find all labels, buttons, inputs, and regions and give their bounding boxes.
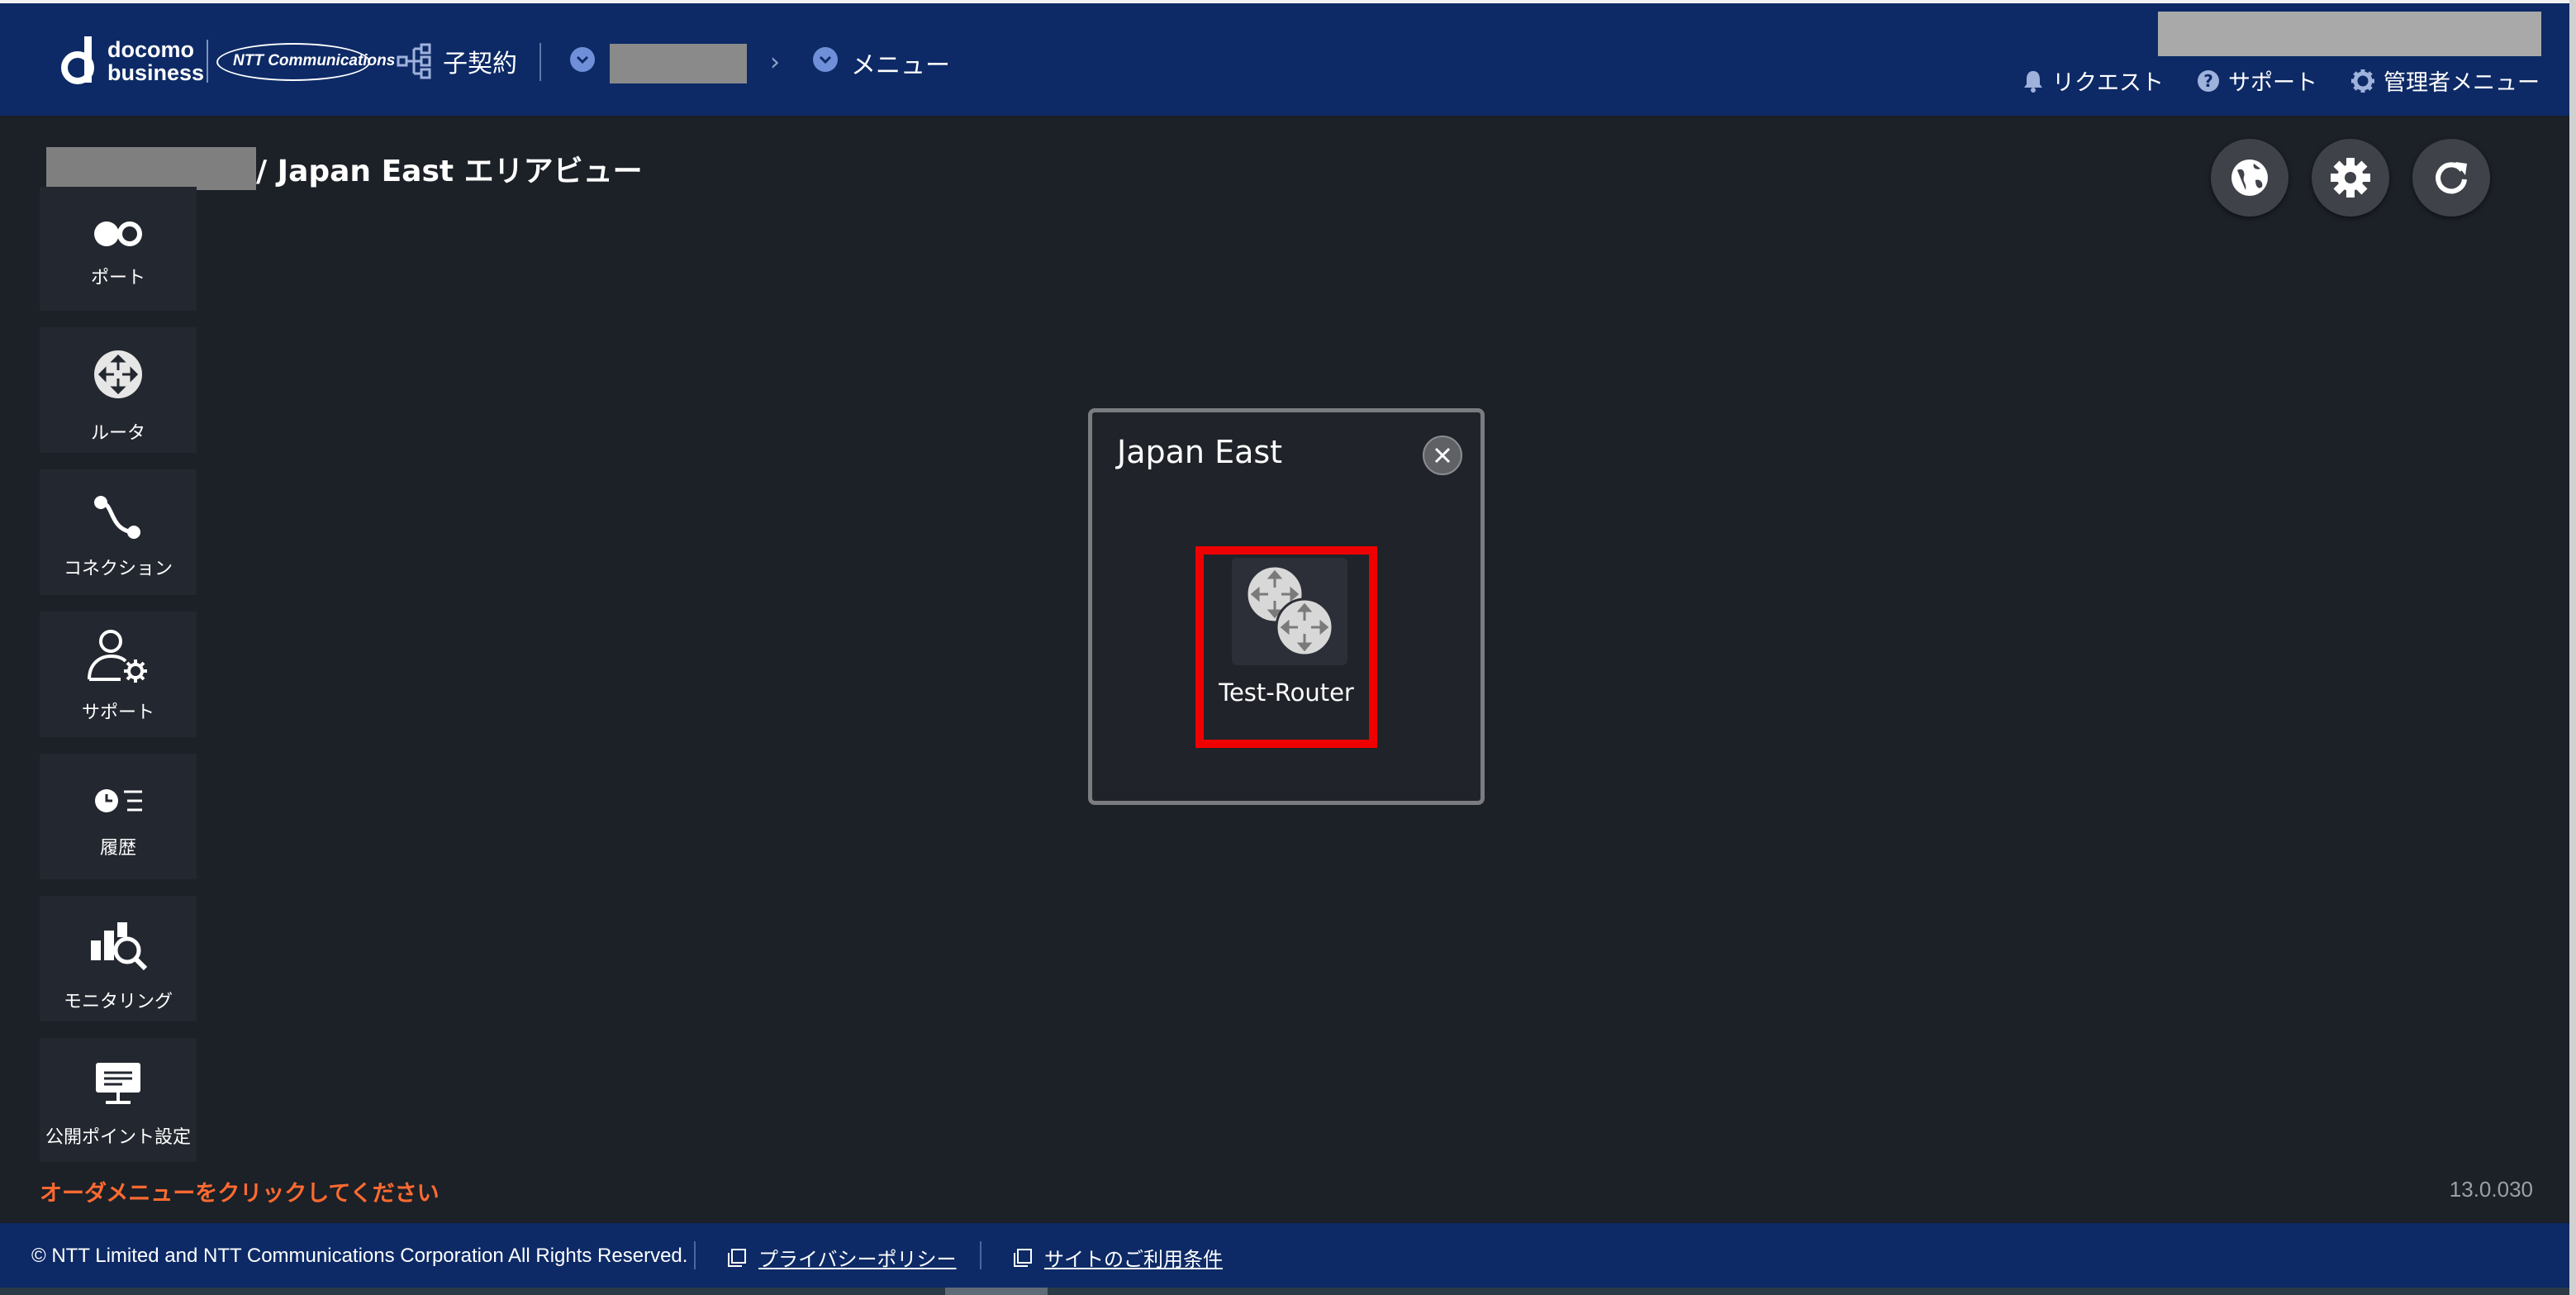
org-tree-icon xyxy=(397,43,431,79)
breadcrumb-chevron-icon[interactable] xyxy=(813,47,838,72)
help-question-icon: ? xyxy=(2198,69,2219,92)
footer-divider xyxy=(694,1241,696,1269)
admin-menu-link[interactable]: 管理者メニュー xyxy=(2350,64,2540,97)
ntt-communications-logo: NTT Communications xyxy=(216,43,395,81)
footer: © NTT Limited and NTT Communications Cor… xyxy=(0,1223,2576,1288)
router-label: Test-Router xyxy=(1219,678,1354,707)
settings-button[interactable] xyxy=(2312,139,2389,217)
monitoring-icon xyxy=(91,922,148,971)
history-icon xyxy=(95,789,142,812)
top-border xyxy=(0,0,2576,3)
child-contract-nav[interactable]: 子契約 xyxy=(397,41,517,81)
globe-icon xyxy=(2231,159,2268,196)
sidebar-item-monitoring[interactable]: モニタリング xyxy=(40,896,197,1021)
logo-divider xyxy=(207,40,208,83)
refresh-button[interactable] xyxy=(2412,139,2490,217)
monitor-icon xyxy=(96,1063,140,1104)
user-gear-icon xyxy=(88,630,147,683)
page-title: / Japan East エリアビュー xyxy=(46,145,643,192)
close-icon xyxy=(1434,447,1451,464)
header-links: リクエスト ? サポート 管理者メニュー xyxy=(2022,64,2540,97)
version-label: 13.0.030 xyxy=(2449,1177,2533,1202)
breadcrumb-chevron-icon[interactable] xyxy=(570,47,595,72)
redacted-user-info xyxy=(2158,12,2541,56)
top-header: docomo business NTT Communications 子契約 ›… xyxy=(0,0,2576,116)
redacted-tenant-name xyxy=(46,147,256,190)
horizontal-scrollbar[interactable] xyxy=(0,1288,2576,1295)
connection-icon xyxy=(94,496,140,539)
dialog-title: Japan East xyxy=(1117,434,1283,470)
sidebar-item-support[interactable]: サポート xyxy=(40,612,197,737)
gear-icon xyxy=(2351,69,2374,93)
router-icon-container xyxy=(1232,558,1347,665)
sidebar-item-history[interactable]: 履歴 xyxy=(40,754,197,879)
globe-view-button[interactable] xyxy=(2211,139,2288,217)
terms-of-use-link[interactable]: サイトのご利用条件 xyxy=(1013,1243,1223,1272)
sidebar-item-port[interactable]: ポート xyxy=(40,187,197,311)
docomo-d-logo-icon xyxy=(61,36,94,84)
close-button[interactable] xyxy=(1423,436,1462,475)
copyright-text: © NTT Limited and NTT Communications Cor… xyxy=(31,1245,688,1267)
docomo-business-logo: docomo business xyxy=(107,37,205,85)
svg-text:?: ? xyxy=(2203,71,2213,91)
bell-icon xyxy=(2024,70,2042,93)
external-link-icon xyxy=(728,1248,746,1267)
port-icon xyxy=(94,221,142,246)
sidebar-item-public-point-settings[interactable]: 公開ポイント設定 xyxy=(40,1038,197,1162)
area-dialog: Japan East Test-Router xyxy=(1088,408,1485,805)
vertical-scrollbar[interactable] xyxy=(2569,0,2576,1295)
request-link[interactable]: リクエスト xyxy=(2022,64,2164,97)
router-node[interactable]: Test-Router xyxy=(1195,546,1377,748)
child-contract-label: 子契約 xyxy=(443,50,517,79)
footer-divider xyxy=(980,1241,981,1269)
nav-divider xyxy=(539,43,541,81)
support-link[interactable]: ? サポート xyxy=(2197,64,2317,97)
sidebar-item-router[interactable]: ルータ xyxy=(40,327,197,453)
scrollbar-thumb[interactable] xyxy=(945,1288,1048,1295)
privacy-policy-link[interactable]: プライバシーポリシー xyxy=(727,1243,957,1272)
sidebar-item-connection[interactable]: コネクション xyxy=(40,469,197,595)
dual-router-icon xyxy=(1245,564,1334,657)
breadcrumb-separator-icon: › xyxy=(770,48,780,77)
redacted-contract-name[interactable] xyxy=(610,44,747,83)
gear-icon xyxy=(2331,158,2370,198)
refresh-icon xyxy=(2436,162,2467,194)
order-hint-text: オーダメニューをクリックしてください xyxy=(40,1181,440,1207)
breadcrumb-menu[interactable]: メニュー xyxy=(851,45,950,81)
external-link-icon xyxy=(1014,1248,1032,1267)
router-icon xyxy=(94,350,142,398)
